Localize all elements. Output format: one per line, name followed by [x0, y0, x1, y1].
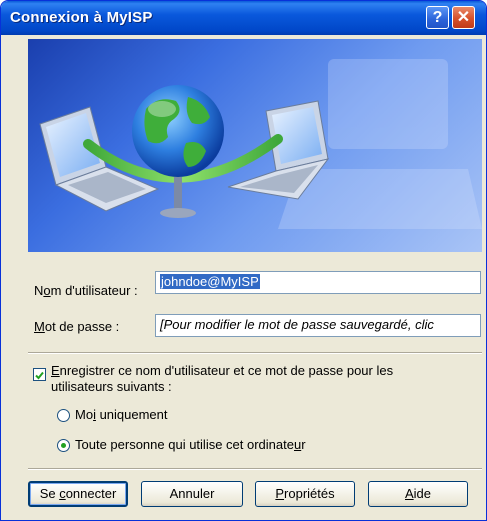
- username-input[interactable]: johndoe@MyISP: [155, 271, 481, 294]
- globe-icon: [132, 85, 224, 177]
- username-value: johndoe@MyISP: [160, 274, 260, 289]
- save-credentials-checkbox[interactable]: [33, 368, 46, 381]
- connection-banner: [28, 39, 482, 252]
- window-title: Connexion à MyISP: [10, 9, 153, 26]
- separator-bottom: [28, 468, 482, 470]
- close-button[interactable]: ✕: [452, 6, 475, 29]
- separator-top: [28, 352, 482, 354]
- dialog-window: Connexion à MyISP ? ✕ Nom d'utilisateur …: [0, 0, 487, 521]
- properties-button[interactable]: Propriétés: [255, 481, 355, 507]
- checkmark-icon: [35, 371, 44, 380]
- network-connection-illustration: [39, 59, 482, 229]
- cancel-button[interactable]: Annuler: [141, 481, 243, 507]
- password-value: [Pour modifier le mot de passe sauvegard…: [160, 317, 434, 332]
- help-button[interactable]: ?: [426, 6, 449, 29]
- password-input[interactable]: [Pour modifier le mot de passe sauvegard…: [155, 314, 481, 337]
- connect-button[interactable]: Se connecter: [28, 481, 128, 507]
- radio-me-only-label[interactable]: Moi uniquement: [75, 407, 168, 422]
- radio-anyone[interactable]: [57, 439, 70, 452]
- radio-anyone-label[interactable]: Toute personne qui utilise cet ordinateu…: [75, 437, 306, 452]
- save-credentials-label[interactable]: Enregistrer ce nom d'utilisateur et ce m…: [51, 363, 393, 395]
- help-dialog-button[interactable]: Aide: [368, 481, 468, 507]
- username-label: Nom d'utilisateur :: [34, 283, 138, 298]
- password-label: Mot de passe :: [34, 319, 120, 334]
- title-bar[interactable]: Connexion à MyISP ? ✕: [1, 1, 486, 35]
- radio-selected-dot: [61, 443, 66, 448]
- radio-me-only[interactable]: [57, 409, 70, 422]
